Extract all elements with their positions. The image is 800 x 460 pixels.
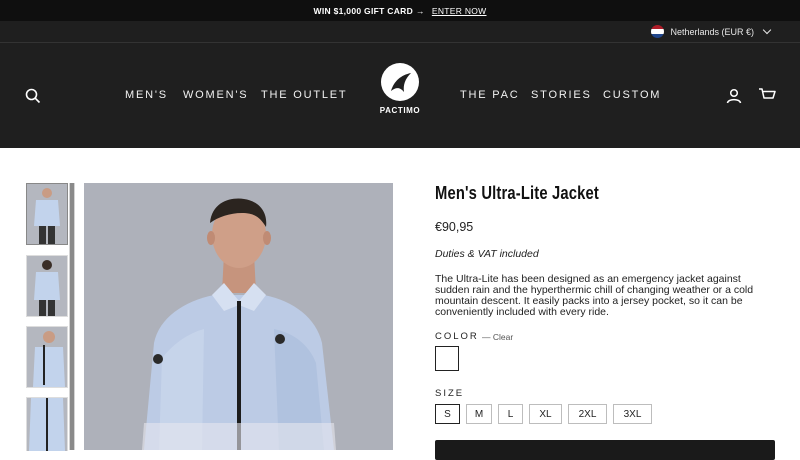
chevron-down-icon <box>762 25 772 35</box>
thumbnail-scroll-thumb[interactable] <box>70 183 74 450</box>
brand-logo[interactable]: PACTIMO <box>372 63 428 123</box>
search-icon[interactable] <box>25 88 41 109</box>
nav-stories[interactable]: STORIES <box>531 89 592 101</box>
product-title: Men's Ultra-Lite Jacket <box>435 183 599 203</box>
size-options: S M L XL 2XL 3XL <box>435 404 652 424</box>
size-option-3xl[interactable]: 3XL <box>613 404 652 424</box>
thumbnail-scrollbar[interactable] <box>69 183 75 450</box>
add-to-cart-button[interactable] <box>435 440 775 460</box>
account-icon[interactable] <box>726 88 742 109</box>
pactimo-logo-icon <box>381 63 419 101</box>
duties-note: Duties & VAT included <box>435 248 539 260</box>
product-description: The Ultra-Lite has been designed as an e… <box>435 273 754 318</box>
size-option-xl[interactable]: XL <box>529 404 562 424</box>
product-main-image[interactable] <box>84 183 393 450</box>
announcement-text: WIN $1,000 GIFT CARD <box>313 5 414 16</box>
nav-mens[interactable]: MEN'S <box>125 89 168 101</box>
product-thumbnail[interactable] <box>26 255 68 317</box>
nav-the-pac[interactable]: THE PAC <box>460 89 519 101</box>
product-price: €90,95 <box>435 220 474 234</box>
brand-name: PACTIMO <box>379 106 421 115</box>
site-header: MEN'S WOMEN'S THE OUTLET PACTIMO THE PAC… <box>0 43 800 148</box>
product-thumbnail[interactable] <box>26 183 68 245</box>
size-option-m[interactable]: M <box>466 404 492 424</box>
color-value: — Clear <box>482 332 514 342</box>
nav-the-outlet[interactable]: THE OUTLET <box>261 89 347 101</box>
cart-icon[interactable] <box>758 87 776 108</box>
nav-womens[interactable]: WOMEN'S <box>183 89 248 101</box>
color-label: COLOR <box>435 331 479 342</box>
nav-custom[interactable]: CUSTOM <box>603 89 661 101</box>
color-swatch-clear[interactable] <box>435 346 459 371</box>
announcement-bar: WIN $1,000 GIFT CARD → ENTER NOW <box>0 0 800 21</box>
size-label: SIZE <box>435 388 465 399</box>
netherlands-flag-icon <box>651 25 665 38</box>
product-thumbnail[interactable] <box>26 326 68 388</box>
locale-label: Netherlands (EUR €) <box>670 26 754 37</box>
size-option-s[interactable]: S <box>435 404 460 424</box>
announcement-arrow: → <box>416 5 425 16</box>
utility-bar: Netherlands (EUR €) <box>0 21 800 43</box>
size-option-l[interactable]: L <box>498 404 523 424</box>
enter-now-link[interactable]: ENTER NOW <box>432 6 487 16</box>
product-thumbnail[interactable] <box>26 397 68 451</box>
locale-selector[interactable]: Netherlands (EUR €) <box>651 25 772 38</box>
size-option-2xl[interactable]: 2XL <box>568 404 607 424</box>
